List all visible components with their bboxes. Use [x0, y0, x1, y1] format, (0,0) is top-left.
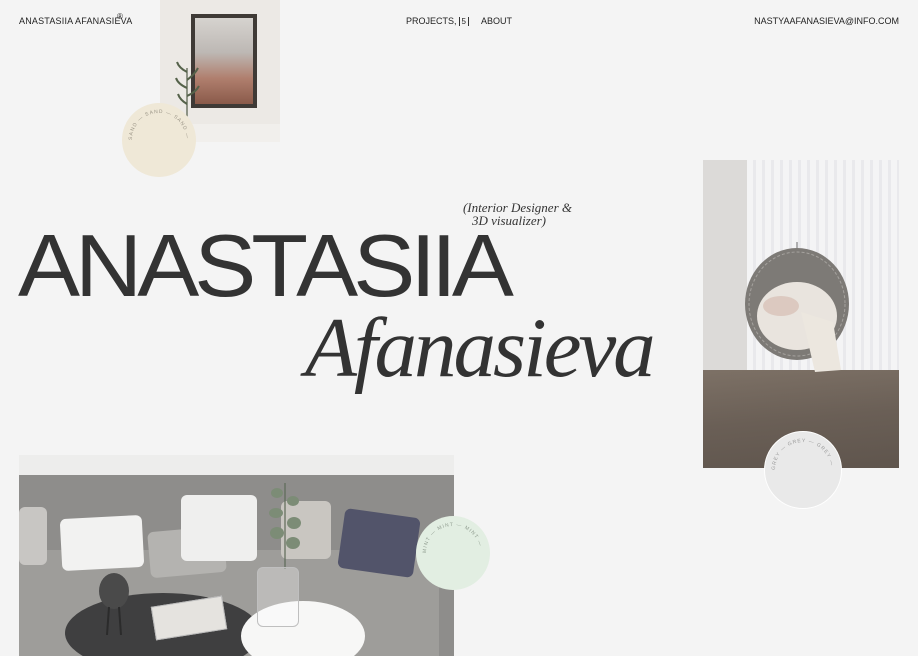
svg-text:SAND — SAND — SAND —: SAND — SAND — SAND —: [128, 109, 190, 140]
main-nav: PROJECTS, 5 ABOUT: [406, 16, 512, 26]
hero-last-name: Afanasieva: [305, 301, 656, 395]
sand-badge-text: SAND — SAND — SAND —: [128, 109, 189, 140]
eucalyptus-icon: [269, 483, 301, 569]
svg-text:MINT — MINT — MINT —: MINT — MINT — MINT —: [422, 522, 483, 553]
projects-count: 5: [458, 17, 469, 26]
left-cushion: [19, 507, 47, 565]
sand-badge-ring: SAND — SAND — SAND —: [128, 109, 190, 140]
hanging-chair-photo[interactable]: [703, 160, 899, 468]
registered-mark: ®: [117, 12, 123, 21]
white-cushion: [181, 495, 257, 561]
nav-about[interactable]: ABOUT: [481, 16, 512, 26]
glass-vase: [257, 567, 299, 627]
hero-first-name: ANASTASIIA: [18, 216, 514, 316]
brand-name[interactable]: ANASTASIIA AFANASIEVA: [19, 16, 132, 26]
sofa-photo[interactable]: [19, 455, 454, 656]
mint-badge-ring: MINT — MINT — MINT —: [422, 522, 483, 553]
grey-badge-text: GREY — GREY — GREY —: [771, 438, 834, 470]
svg-text:GREY — GREY — GREY —: GREY — GREY — GREY —: [771, 438, 835, 470]
grey-badge-ring: GREY — GREY — GREY —: [771, 438, 835, 470]
nav-projects[interactable]: PROJECTS, 5: [406, 16, 469, 26]
bird-figurine-icon: [99, 573, 129, 635]
egg-chair: [745, 242, 849, 372]
sand-color-badge[interactable]: SAND — SAND — SAND —: [122, 103, 196, 177]
grey-color-badge[interactable]: GREY — GREY — GREY —: [764, 431, 842, 509]
mint-color-badge[interactable]: MINT — MINT — MINT —: [416, 516, 490, 590]
email-link[interactable]: NASTYAAFANASIEVA@INFO.COM: [754, 16, 899, 26]
navy-cushion: [337, 508, 421, 578]
nav-projects-label: PROJECTS,: [406, 16, 457, 26]
framed-picture: [191, 14, 257, 108]
mint-badge-text: MINT — MINT — MINT —: [422, 522, 482, 553]
